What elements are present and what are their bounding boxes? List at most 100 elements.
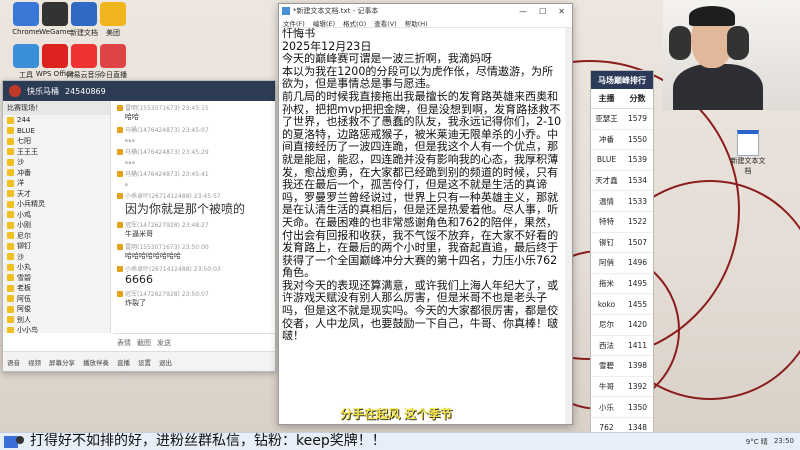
ranking-row: 亚瑟王 1579 [591, 109, 653, 130]
input-tool-button[interactable]: 截图 [137, 338, 151, 348]
bottom-toolbar-button[interactable]: 屏幕分享 [49, 357, 75, 367]
maximize-icon[interactable]: ☐ [539, 7, 546, 16]
desktop-shortcut[interactable]: 美团 [91, 2, 135, 38]
member-row[interactable]: 雪碧 [3, 273, 110, 284]
member-row[interactable]: 小兵精灵 [3, 199, 110, 210]
member-list: 比赛现场！ 244 BLUE 七阳 王王王沙冲番洋天才 小兵精灵 小鸡 小刚 尼尔 铆钉沙小丸雪… [3, 101, 111, 333]
ranking-row: 铆钉 1507 [591, 233, 653, 254]
ranking-row: BLUE 1539 [591, 150, 653, 171]
bottom-toolbar-button[interactable]: 视频 [28, 357, 41, 367]
ranking-row: 小乐 1350 [591, 397, 653, 418]
bottom-toolbar-button[interactable]: 语音 [7, 357, 20, 367]
player-score: 1534 [627, 176, 648, 186]
member-row[interactable]: 小小鸟 [3, 325, 110, 333]
bottom-toolbar-button[interactable]: 设置 [138, 357, 151, 367]
minimize-icon[interactable]: — [519, 7, 527, 16]
desktop-shortcut[interactable]: 今日直播 [91, 44, 135, 80]
member-row[interactable]: 小丸 [3, 262, 110, 273]
member-row[interactable]: 七阳 [3, 136, 110, 147]
notepad-text-area[interactable]: 忏悔书 2025年12月23日 今天的巅峰赛可谓是一波三折啊，我滴妈呀 本以为我在12… [281, 28, 564, 422]
ranking-row: 牛哥 1392 [591, 377, 653, 398]
streamer-hair [689, 6, 735, 26]
player-name: 特特 [599, 217, 614, 227]
notepad-menu-item[interactable]: 查看(V) [374, 18, 397, 28]
member-badge-icon [7, 158, 14, 166]
sender-name: 雷明(1553071673) 23:45:15 [125, 105, 209, 112]
chat-window: 快乐马桶 24540869 比赛现场！ 244 BLUE 七阳 王王王沙冲番洋天才 小兵… [2, 80, 276, 372]
level-badge-icon [117, 265, 123, 272]
message-text: 6666 [125, 273, 153, 286]
bottom-toolbar-button[interactable]: 直播 [117, 357, 130, 367]
chat-message: 冠军(1472627928) 23:48:27 牛逼米哥 [117, 220, 271, 239]
vertical-scrollbar[interactable] [565, 28, 572, 424]
member-name: 小小鸟 [17, 326, 38, 333]
sender-name: 冠军(1472627928) 23:48:27 [125, 222, 209, 229]
member-badge-icon [7, 116, 14, 124]
member-row[interactable]: 别人 [3, 315, 110, 326]
member-badge-icon [7, 137, 14, 145]
member-row[interactable]: 天才 [3, 189, 110, 200]
member-row[interactable]: 阿伍 [3, 294, 110, 305]
level-badge-icon [117, 192, 123, 199]
notepad-menu-item[interactable]: 格式(O) [343, 18, 366, 28]
chat-message: 冠军(1472627928) 23:50:07 炸裂了 [117, 289, 271, 308]
member-badge-icon [7, 200, 14, 208]
player-name: 冲番 [599, 134, 614, 144]
member-row[interactable]: 小刚 [3, 220, 110, 231]
message-list: 雷明(1553071673) 23:45:15 哈哈 马桶(1476424873) … [113, 101, 275, 333]
doc-icon-label: 新建文本文档 [730, 157, 766, 175]
member-row[interactable]: 铆钉 [3, 241, 110, 252]
member-name: 小丸 [17, 263, 31, 272]
bottom-toolbar-button[interactable]: 退出 [159, 357, 172, 367]
notepad-title: *新建文本文档.txt - 记事本 [293, 7, 379, 15]
notepad-menu-item[interactable]: 帮助(H) [405, 18, 428, 28]
input-tool-button[interactable]: 表情 [117, 338, 131, 348]
notepad-menu-item[interactable]: 编辑(E) [313, 18, 335, 28]
message-text: 牛逼米哥 [125, 230, 153, 238]
desktop-doc-icon[interactable]: 新建文本文档 [728, 130, 768, 176]
player-score: 1496 [627, 258, 648, 268]
member-row[interactable]: 老板 [3, 283, 110, 294]
bottom-toolbar-button[interactable]: 播放伴奏 [83, 357, 109, 367]
message-sender: 雷明(1553071673) 23:45:15 [117, 103, 271, 112]
member-row[interactable]: 洋 [3, 178, 110, 189]
member-row[interactable]: 沙 [3, 252, 110, 263]
member-name: BLUE [17, 126, 35, 135]
player-score: 1495 [627, 279, 648, 289]
webcam-overlay [663, 0, 800, 110]
col-player: 主播 [598, 94, 615, 103]
member-row[interactable]: 王王王 [3, 147, 110, 158]
input-tool-button[interactable]: 发送 [157, 338, 171, 348]
member-list-header: 比赛现场！ [3, 101, 110, 115]
member-name: 冲番 [17, 168, 31, 177]
player-name: 尼尔 [599, 320, 614, 330]
member-badge-icon [7, 253, 14, 261]
member-row[interactable]: 小鸡 [3, 210, 110, 221]
message-sender: 马桶(1476424873) 23:45:07 [117, 125, 271, 134]
notepad-menu-item[interactable]: 文件(F) [283, 18, 305, 28]
headphone-icon [727, 26, 749, 60]
player-name: 拖米 [599, 279, 614, 289]
player-score: 1579 [627, 114, 648, 124]
stream-banner: 打得好不如排的好，进粉丝群私信，钻粉：keep奖牌！！ [0, 430, 800, 450]
member-badge-icon [7, 169, 14, 177]
close-icon[interactable]: ✕ [558, 7, 565, 16]
member-row[interactable]: 阿俊 [3, 304, 110, 315]
song-subtitle: 分手在起风 这个季节 [340, 407, 453, 421]
player-name: 雪碧 [599, 361, 614, 371]
member-name: 小鸡 [17, 210, 31, 219]
member-row[interactable]: 244 [3, 115, 110, 126]
ranking-row: 阿俏 1496 [591, 253, 653, 274]
message-text: 。。。 [125, 135, 139, 143]
banner-text: 打得好不如排的好，进粉丝群私信，钻粉：keep奖牌！！ [30, 433, 386, 449]
col-score: 分数 [629, 94, 646, 103]
chat-titlebar: 快乐马桶 24540869 [3, 81, 275, 101]
message-text: 。 [125, 179, 132, 187]
level-badge-icon [117, 170, 123, 177]
member-row[interactable]: 沙 [3, 157, 110, 168]
member-row[interactable]: 冲番 [3, 168, 110, 179]
player-score: 1522 [627, 217, 648, 227]
member-badge-icon [7, 284, 14, 292]
member-row[interactable]: BLUE [3, 126, 110, 137]
member-row[interactable]: 尼尔 [3, 231, 110, 242]
